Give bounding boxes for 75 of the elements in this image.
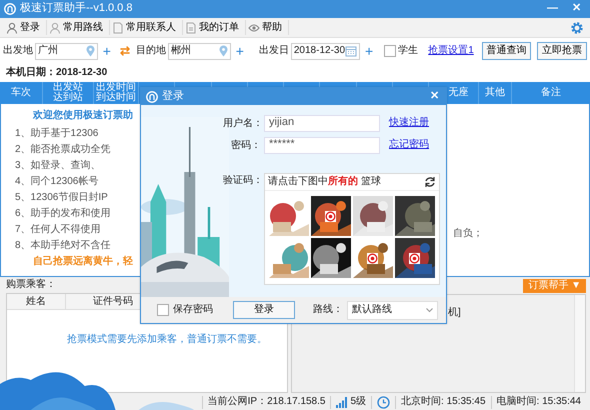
chevron-down-icon	[426, 308, 433, 312]
route-dropdown[interactable]: 默认路线	[347, 300, 438, 320]
username-label: 用户名：	[223, 116, 261, 130]
log-text: 机]	[448, 307, 461, 319]
route-label: 路线：	[313, 304, 343, 316]
toolbar-button[interactable]: 登录	[4, 20, 47, 35]
toolbar-button[interactable]: 帮助	[246, 20, 289, 35]
add-button[interactable]: +	[362, 44, 376, 58]
refresh-icon	[424, 176, 436, 188]
toolbar-button[interactable]: 我的订单	[183, 20, 246, 35]
passengers-label: 购票乘客：	[6, 278, 57, 292]
location-pin-icon	[86, 45, 95, 57]
toolbar-button[interactable]: 常用联系人	[110, 20, 183, 35]
eye-icon	[248, 22, 260, 34]
notice-line: 6、助手的发布和使用	[15, 208, 111, 220]
forgot-password-link[interactable]: 忘记密码	[389, 139, 429, 151]
column-header: 姓名	[7, 294, 66, 309]
logo-icon	[146, 90, 158, 102]
add-button[interactable]: +	[100, 44, 114, 58]
captcha-prompt: 请点击下图中所有的 篮球	[268, 176, 381, 188]
slogan-text: 自己抢票远离黄牛，轻	[32, 256, 133, 268]
notice-line: 2、能否抢票成功全凭	[15, 144, 111, 156]
date-field[interactable]: 2018-12-30	[290, 42, 360, 60]
notice-line: 3、如登录、查询、	[15, 160, 101, 172]
notice-line: 8、本助手绝对不含任	[15, 240, 111, 252]
welcome-title: 欢迎您使用极速订票助	[32, 110, 133, 122]
window-title: 极速订票助手--v1.0.0.8	[20, 2, 132, 16]
passenger-hint: 抢票模式需要先添加乘客，普通订票不需要。	[66, 332, 267, 346]
clock-icon	[377, 396, 390, 408]
student-label: 学生	[398, 45, 418, 57]
settings-icon	[570, 20, 584, 34]
scrollbar[interactable]	[574, 295, 585, 392]
person-icon	[49, 22, 61, 34]
column-header: 备注	[540, 86, 562, 100]
save-password-checkbox[interactable]	[157, 304, 169, 316]
column-header: 其他	[479, 82, 512, 104]
notice-line: 4、同个12306帐号	[15, 176, 98, 188]
signal-icon	[336, 396, 348, 408]
login-button[interactable]: 登录	[233, 301, 295, 319]
column-header: 出发时间 到达时间	[94, 82, 139, 104]
column-header: 车次	[0, 82, 43, 104]
beijing-time: 北京时间: 15:35:45	[395, 396, 491, 408]
calendar-icon	[345, 45, 358, 57]
location-pin-icon	[218, 45, 228, 57]
save-password-label: 保存密码	[173, 304, 213, 316]
add-button[interactable]: +	[232, 44, 247, 58]
notice-line: 5、12306节假日封IP	[15, 192, 108, 204]
person-icon	[6, 22, 18, 34]
ticket-settings-link[interactable]: 抢票设置1	[428, 45, 474, 57]
student-checkbox[interactable]	[384, 45, 396, 57]
document-icon	[185, 22, 197, 34]
column-header: 出发站 达到站	[43, 82, 94, 104]
notice-line: 自负；	[453, 228, 483, 240]
username-field[interactable]: yijian	[264, 114, 380, 132]
notice-line: 7、任何人不得使用	[15, 224, 101, 236]
destination-label: 目的地	[136, 45, 166, 57]
grab-ticket-button[interactable]: 立即抢票	[537, 42, 587, 60]
captcha-label: 验证码：	[223, 174, 261, 187]
computer-time: 电脑时间: 15:35:44	[490, 396, 586, 408]
local-date: 本机日期：2018-12-30	[6, 66, 108, 78]
password-label: 密码：	[230, 138, 261, 152]
dialog-title: 登录	[162, 90, 184, 104]
register-link[interactable]: 快速注册	[389, 117, 429, 129]
destination-field[interactable]: 郴州	[168, 42, 231, 60]
document-icon	[112, 22, 124, 34]
password-field[interactable]: ******	[264, 136, 380, 154]
departure-field[interactable]: 广州	[35, 42, 98, 60]
network-level: 5级	[350, 396, 366, 408]
departure-label: 出发地	[3, 45, 33, 57]
toolbar-button[interactable]: 常用路线	[47, 20, 110, 35]
ip-address: 当前公网IP：218.17.158.5	[202, 396, 330, 408]
notice-line: 1、助手基于12306	[15, 128, 98, 140]
date-label: 出发日	[258, 45, 289, 57]
logo-icon	[4, 3, 16, 15]
query-button[interactable]: 普通查询	[482, 42, 532, 60]
